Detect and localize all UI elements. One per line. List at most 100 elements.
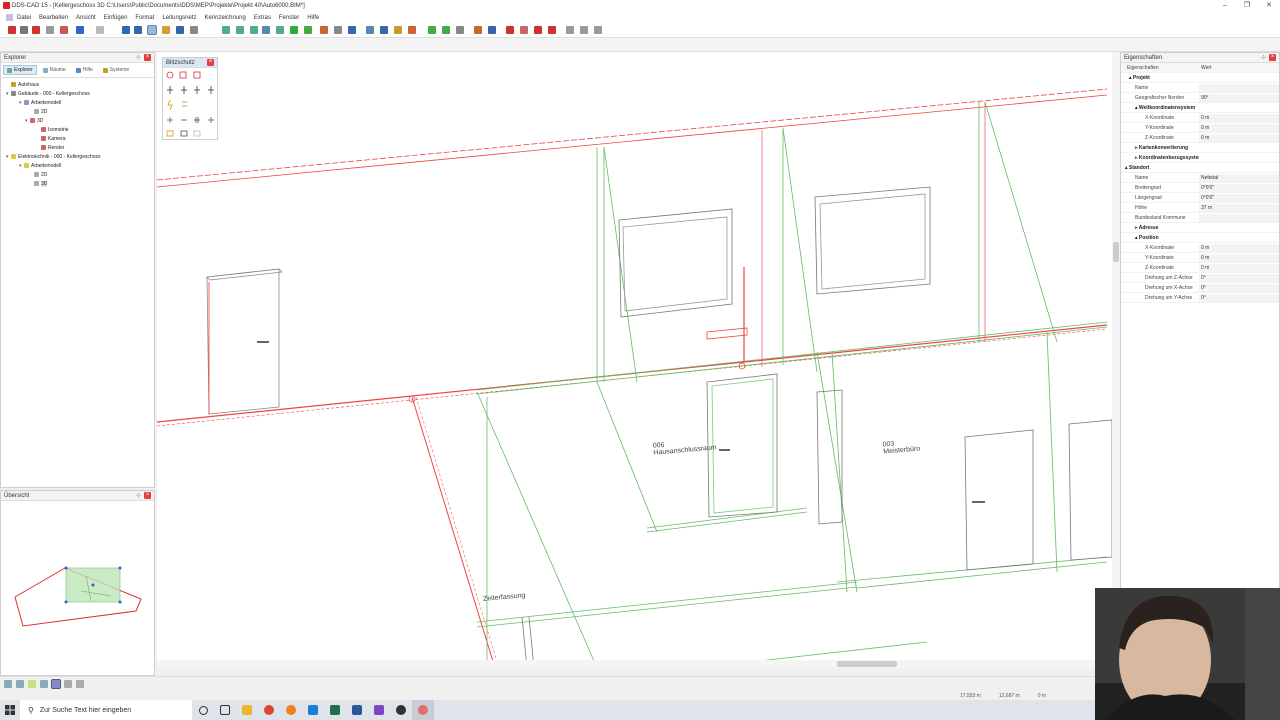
wrench-icon[interactable] xyxy=(548,26,556,34)
property-group[interactable]: ▹ Adresse xyxy=(1121,223,1279,233)
pin-icon[interactable]: ⊹ xyxy=(1261,54,1266,61)
view-front-icon[interactable] xyxy=(236,26,244,34)
tree-item[interactable]: Kamera xyxy=(1,134,154,143)
measure-icon[interactable] xyxy=(320,26,328,34)
app-blue-icon[interactable] xyxy=(302,700,324,720)
property-row[interactable]: Z-Koordinate 0 m xyxy=(1121,133,1279,143)
object-snap-icon[interactable] xyxy=(28,680,36,688)
section-icon[interactable] xyxy=(366,26,374,34)
cortana-icon[interactable] xyxy=(192,700,214,720)
undo-icon[interactable] xyxy=(76,26,84,34)
property-row[interactable]: Y-Koordinate 0 m xyxy=(1121,253,1279,263)
property-row[interactable]: Bundesland Kommune xyxy=(1121,213,1279,223)
render-icon[interactable] xyxy=(290,26,298,34)
lightning-icon[interactable] xyxy=(506,26,514,34)
list-icon[interactable] xyxy=(566,26,574,34)
task-view-icon[interactable] xyxy=(214,700,236,720)
property-row[interactable]: Höhe 37 m xyxy=(1121,203,1279,213)
property-row[interactable]: Breitengrad 0°0'0" xyxy=(1121,183,1279,193)
tree-item[interactable]: 2D xyxy=(1,107,154,116)
property-row[interactable]: X-Koordinate 0 m xyxy=(1121,113,1279,123)
windows-start-icon[interactable] xyxy=(0,700,20,720)
menu-hilfe[interactable]: Hilfe xyxy=(307,15,319,21)
tree-item[interactable]: Autohaus xyxy=(1,80,154,89)
property-row[interactable]: Drehung um Y-Achse 0° xyxy=(1121,293,1279,303)
print-icon[interactable] xyxy=(46,26,54,34)
blitzschutz-tools[interactable] xyxy=(163,68,217,140)
tree-item[interactable]: Render xyxy=(1,143,154,152)
arrow-left-icon[interactable] xyxy=(428,26,436,34)
redo-icon[interactable] xyxy=(96,26,104,34)
report-icon[interactable] xyxy=(594,26,602,34)
tree-item[interactable]: 2D xyxy=(1,170,154,179)
settings-icon[interactable] xyxy=(76,680,84,688)
zoom-all-icon[interactable] xyxy=(176,26,184,34)
close-icon[interactable]: × xyxy=(144,54,151,61)
arrow-right-icon[interactable] xyxy=(442,26,450,34)
property-row[interactable]: Y-Koordinate 0 m xyxy=(1121,123,1279,133)
obs-icon[interactable] xyxy=(390,700,412,720)
new-icon[interactable] xyxy=(8,26,16,34)
tree-item-selected[interactable]: 3D xyxy=(1,179,154,188)
layer-snap-icon[interactable] xyxy=(40,680,48,688)
excel-icon[interactable] xyxy=(324,700,346,720)
property-group[interactable]: ▴ Standort xyxy=(1121,163,1279,173)
pin-icon[interactable]: ⊹ xyxy=(136,492,141,499)
taskbar-search[interactable]: ⚲ Zur Suche Text hier eingeben xyxy=(20,700,192,720)
properties-icon[interactable] xyxy=(380,26,388,34)
menu-einfuegen[interactable]: Einfügen xyxy=(104,15,128,21)
menu-bearbeiten[interactable]: Bearbeiten xyxy=(39,15,68,21)
overview-map[interactable] xyxy=(1,501,154,675)
tab-hilfe[interactable]: Hilfe xyxy=(72,65,97,75)
property-row[interactable]: Name Nettetal xyxy=(1121,173,1279,183)
property-row[interactable]: Name xyxy=(1121,83,1279,93)
grid-icon[interactable] xyxy=(334,26,342,34)
grid-snap-icon[interactable] xyxy=(16,680,24,688)
menu-kennzeichnung[interactable]: Kennzeichnung xyxy=(204,15,245,21)
property-row[interactable]: X-Koordinate 0 m xyxy=(1121,243,1279,253)
view-iso-icon[interactable] xyxy=(262,26,270,34)
property-row[interactable]: Drehung um X-Achse 0° xyxy=(1121,283,1279,293)
close-icon[interactable]: × xyxy=(207,59,214,66)
minimize-button[interactable]: – xyxy=(1214,0,1236,12)
save-icon[interactable] xyxy=(32,26,40,34)
twitch-icon[interactable] xyxy=(368,700,390,720)
close-icon[interactable]: × xyxy=(144,492,151,499)
tab-systeme[interactable]: Systeme xyxy=(99,65,133,75)
horizontal-scrollbar[interactable] xyxy=(157,660,1120,668)
drawing-canvas[interactable]: 006 Hausanschlussraum 003 Meisterbüro Ze… xyxy=(157,52,1120,668)
chrome-icon[interactable] xyxy=(258,700,280,720)
zoom-in-icon[interactable] xyxy=(122,26,130,34)
copy-icon[interactable] xyxy=(456,26,464,34)
print-preview-icon[interactable] xyxy=(60,26,68,34)
dds-cad-icon[interactable] xyxy=(412,700,434,720)
firefox-icon[interactable] xyxy=(280,700,302,720)
menu-leitungsnetz[interactable]: Leitungsnetz xyxy=(162,15,196,21)
snap-icon[interactable] xyxy=(348,26,356,34)
view-side-icon[interactable] xyxy=(250,26,258,34)
word-icon[interactable] xyxy=(346,700,368,720)
zoom-out-icon[interactable] xyxy=(134,26,142,34)
selection-mode-icon[interactable] xyxy=(51,679,61,689)
vertical-scrollbar[interactable] xyxy=(1112,52,1120,668)
property-group[interactable]: ▴ Weltkoordinatensystem xyxy=(1121,103,1279,113)
close-button[interactable]: ✕ xyxy=(1258,0,1280,12)
zoom-previous-icon[interactable] xyxy=(190,26,198,34)
tab-raeume[interactable]: Räume xyxy=(39,65,70,75)
maximize-button[interactable]: ❐ xyxy=(1236,0,1258,12)
pin-icon[interactable]: ⊹ xyxy=(136,54,141,61)
menu-format[interactable]: Format xyxy=(135,15,154,21)
tool-icon[interactable] xyxy=(534,26,542,34)
menu-extras[interactable]: Extras xyxy=(254,15,271,21)
open-icon[interactable] xyxy=(20,26,28,34)
property-row[interactable]: Geografischer Norden 90° xyxy=(1121,93,1279,103)
close-icon[interactable]: × xyxy=(1269,54,1276,61)
property-group[interactable]: ▹ Kartenkonvertierung xyxy=(1121,143,1279,153)
tree-item[interactable]: Isometrie xyxy=(1,125,154,134)
layer-icon[interactable] xyxy=(304,26,312,34)
pan-icon[interactable] xyxy=(162,26,170,34)
ortho-icon[interactable] xyxy=(4,680,12,688)
calculation-icon[interactable] xyxy=(474,26,482,34)
property-group[interactable]: ▹ Koordinatenbezugssystem xyxy=(1121,153,1279,163)
tab-explorer[interactable]: Explorer xyxy=(3,65,37,75)
